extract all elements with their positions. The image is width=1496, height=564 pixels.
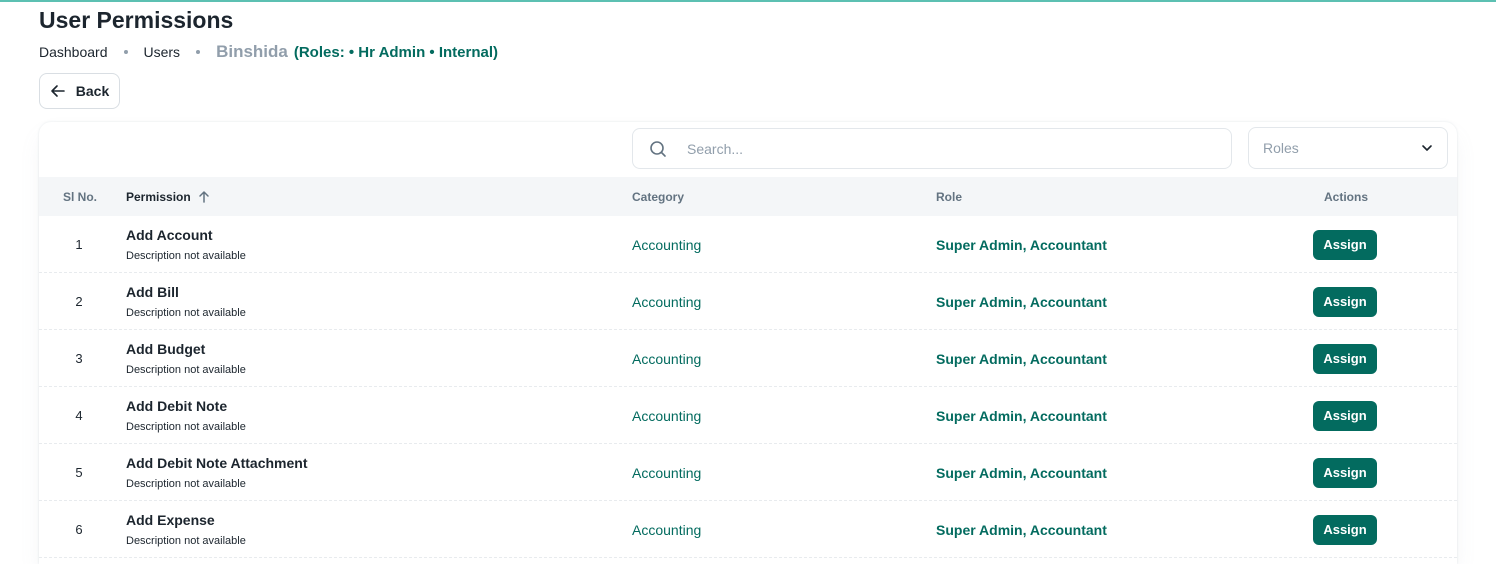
sl-no-cell: 3 — [75, 351, 83, 366]
permission-description: Description not available — [126, 363, 246, 376]
actions-cell: Assign — [1313, 216, 1377, 273]
column-header-actions: Actions — [1324, 189, 1369, 204]
role-cell: Super Admin, Accountant — [936, 293, 1107, 310]
breadcrumb-separator — [123, 50, 128, 54]
permission-name: Add Bill — [126, 283, 179, 300]
permission-cell: Add Debit Note Description not available — [126, 387, 246, 444]
column-header-category: Category — [632, 189, 685, 204]
sl-no-cell: 4 — [75, 408, 83, 423]
sl-no-cell: 2 — [75, 294, 83, 309]
permission-name: Add Debit Note — [126, 397, 228, 414]
search-field[interactable] — [632, 128, 1232, 169]
table-row: 5 Add Debit Note Attachment Description … — [39, 444, 1457, 501]
role-cell: Super Admin, Accountant — [936, 350, 1107, 367]
table-row: 6 Add Expense Description not available … — [39, 501, 1457, 558]
assign-button[interactable]: Assign — [1313, 400, 1377, 431]
permission-description: Description not available — [126, 249, 246, 262]
table-row: 2 Add Bill Description not available Acc… — [39, 273, 1457, 330]
assign-button[interactable]: Assign — [1313, 343, 1377, 374]
category-cell: Accounting — [632, 236, 702, 253]
column-header-permission[interactable]: Permission — [126, 177, 211, 216]
sl-no-cell: 6 — [75, 522, 83, 537]
table-row: 3 Add Budget Description not available A… — [39, 330, 1457, 387]
permission-description: Description not available — [126, 420, 246, 433]
table-row: 1 Add Account Description not available … — [39, 216, 1457, 273]
permission-description: Description not available — [126, 534, 246, 547]
permission-name: Add Budget — [126, 340, 206, 357]
breadcrumb-current-user: Binshida — [216, 42, 288, 61]
permission-name: Add Debit Note Attachment — [126, 454, 308, 471]
column-header-permission-label: Permission — [126, 189, 191, 204]
search-input[interactable] — [687, 140, 1187, 157]
breadcrumb-dashboard[interactable]: Dashboard — [39, 44, 108, 60]
permission-description: Description not available — [126, 477, 246, 490]
sl-no-cell: 5 — [75, 465, 83, 480]
assign-button[interactable]: Assign — [1313, 229, 1377, 260]
column-header-sl-no: Sl No. — [63, 189, 98, 204]
table-header: Sl No. Permission Category Role Actions — [39, 177, 1457, 216]
top-accent-line — [0, 0, 1496, 2]
role-cell: Super Admin, Accountant — [936, 464, 1107, 481]
actions-cell: Assign — [1313, 501, 1377, 558]
actions-cell: Assign — [1313, 273, 1377, 330]
permission-cell: Add Expense Description not available — [126, 501, 246, 558]
role-cell: Super Admin, Accountant — [936, 236, 1107, 253]
breadcrumb: Dashboard Users Binshida (Roles: • Hr Ad… — [39, 41, 498, 63]
sl-no-cell: 1 — [75, 237, 83, 252]
category-cell: Accounting — [632, 350, 702, 367]
permission-description: Description not available — [126, 306, 246, 319]
category-cell: Accounting — [632, 407, 702, 424]
roles-dropdown[interactable]: Roles — [1248, 127, 1448, 169]
roles-dropdown-label: Roles — [1263, 140, 1299, 156]
assign-button[interactable]: Assign — [1313, 286, 1377, 317]
permission-name: Add Expense — [126, 511, 215, 528]
table-body: 1 Add Account Description not available … — [39, 216, 1457, 558]
category-cell: Accounting — [632, 293, 702, 310]
column-header-role: Role — [936, 189, 963, 204]
permission-cell: Add Bill Description not available — [126, 273, 246, 330]
permission-cell: Add Account Description not available — [126, 216, 246, 273]
category-cell: Accounting — [632, 464, 702, 481]
permission-name: Add Account — [126, 226, 213, 243]
permissions-card: Roles Sl No. Permission Category Role Ac… — [39, 122, 1457, 564]
assign-button[interactable]: Assign — [1313, 457, 1377, 488]
breadcrumb-separator — [196, 50, 201, 54]
search-icon — [650, 140, 666, 157]
actions-cell: Assign — [1313, 444, 1377, 501]
back-button-label: Back — [75, 83, 110, 99]
role-cell: Super Admin, Accountant — [936, 407, 1107, 424]
role-cell: Super Admin, Accountant — [936, 521, 1107, 538]
table-row: 4 Add Debit Note Description not availab… — [39, 387, 1457, 444]
user-roles-label: (Roles: • Hr Admin • Internal) — [293, 43, 498, 61]
back-button[interactable]: Back — [39, 73, 120, 109]
assign-button[interactable]: Assign — [1313, 514, 1377, 545]
arrow-left-icon — [50, 85, 65, 97]
page-title: User Permissions — [39, 7, 234, 33]
actions-cell: Assign — [1313, 330, 1377, 387]
breadcrumb-users[interactable]: Users — [144, 44, 181, 60]
sort-arrow-up-icon[interactable] — [197, 190, 211, 204]
actions-cell: Assign — [1313, 387, 1377, 444]
chevron-down-icon — [1422, 145, 1432, 151]
permission-cell: Add Debit Note Attachment Description no… — [126, 444, 307, 501]
permission-cell: Add Budget Description not available — [126, 330, 246, 387]
category-cell: Accounting — [632, 521, 702, 538]
